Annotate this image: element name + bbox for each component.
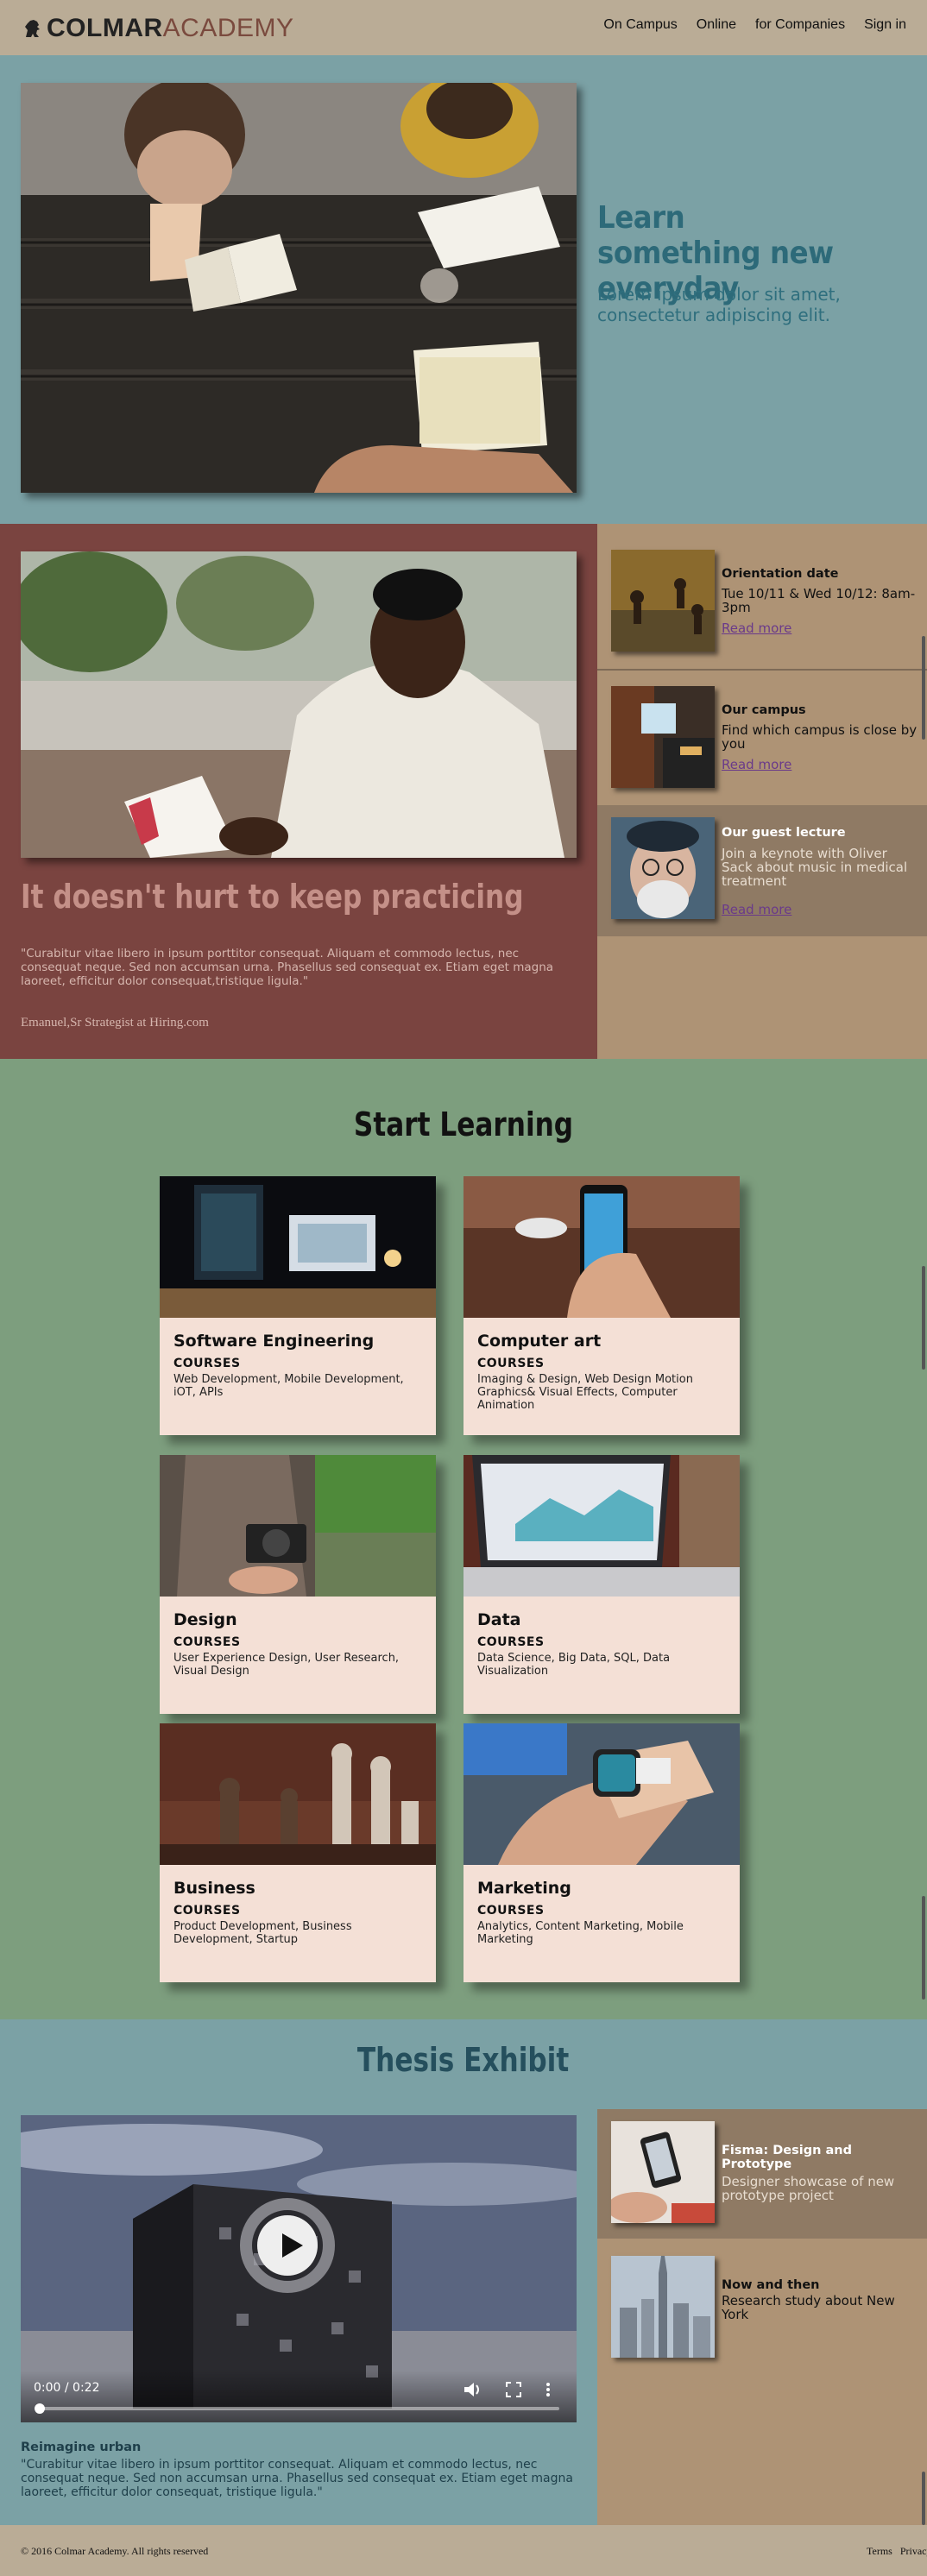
card-title: Marketing [477, 1879, 571, 1898]
hero-image-students-reading [21, 83, 577, 493]
thesis-item-fisma[interactable]: Fisma: Design and Prototype Designer sho… [597, 2109, 927, 2239]
course-card-business[interactable]: Business COURSES Product Development, Bu… [160, 1723, 436, 1982]
footer: © 2016 Colmar Academy. All rights reserv… [0, 2525, 927, 2576]
scrollbar-thumb[interactable] [922, 1266, 925, 1370]
card-title: Computer art [477, 1332, 602, 1351]
events-sidebar: Orientation date Tue 10/11 & Wed 10/12: … [597, 524, 927, 1059]
video-quote: "Curabitur vitae libero in ipsum porttit… [21, 2458, 573, 2499]
course-card-data[interactable]: Data COURSES Data Science, Big Data, SQL… [464, 1455, 740, 1714]
footer-link-terms[interactable]: Terms [867, 2545, 892, 2557]
practice-section: It doesn't hurt to keep practicing "Cura… [0, 524, 597, 1059]
card-description: Data Science, Big Data, SQL, Data Visual… [477, 1652, 671, 1678]
video-caption: Reimagine urban [21, 2441, 142, 2454]
practice-quote: "Curabitur vitae libero in ipsum porttit… [21, 947, 554, 988]
scrollbar-thumb[interactable] [922, 2472, 925, 2525]
event-text: Join a keynote with Oliver Sack about mu… [722, 846, 908, 889]
card-label: COURSES [477, 1357, 545, 1370]
lecturer-portrait-photo [611, 817, 715, 919]
event-text: Tue 10/11 & Wed 10/12: 8am-3pm [722, 586, 916, 615]
more-options-icon[interactable] [545, 2382, 551, 2397]
play-icon [282, 2233, 303, 2258]
nav-sign-in[interactable]: Sign in [864, 17, 906, 33]
card-image-smartwatch [464, 1723, 740, 1865]
scrollbar-thumb[interactable] [922, 1896, 925, 2000]
thesis-title: Thesis Exhibit [357, 2041, 570, 2079]
event-orientation[interactable]: Orientation date Tue 10/11 & Wed 10/12: … [597, 524, 927, 653]
event-guest-lecture[interactable]: Our guest lecture Join a keynote with Ol… [597, 805, 927, 936]
card-image-laptop-dashboard [464, 1455, 740, 1597]
card-image-phone-in-hand [464, 1176, 740, 1318]
practice-image-man-reading [21, 551, 577, 858]
main-nav: On Campus Online for Companies Sign in [603, 17, 906, 33]
nav-for-companies[interactable]: for Companies [755, 17, 845, 33]
card-image-camera [160, 1455, 436, 1597]
card-label: COURSES [477, 1635, 545, 1649]
practice-author: Emanuel,Sr Strategist at Hiring.com [21, 1016, 209, 1030]
course-card-marketing[interactable]: Marketing COURSES Analytics, Content Mar… [464, 1723, 740, 1982]
scrollbar-thumb[interactable] [922, 636, 925, 740]
learning-title: Start Learning [353, 1105, 574, 1143]
card-title: Business [173, 1879, 255, 1898]
card-label: COURSES [173, 1635, 241, 1649]
brand-name-colmar: COLMAR [47, 14, 163, 42]
video-time: 0:00 / 0:22 [34, 2381, 100, 2395]
learning-section: Start Learning Software Engineering COUR… [0, 1059, 927, 2019]
read-more-link[interactable]: Read more [722, 757, 791, 772]
thesis-sidebar: Fisma: Design and Prototype Designer sho… [597, 2109, 927, 2525]
footer-link-privacy[interactable]: Privacy [900, 2545, 927, 2557]
card-title: Software Engineering [173, 1332, 375, 1351]
card-image-computer-desk [160, 1176, 436, 1318]
volume-icon[interactable] [464, 2382, 482, 2397]
campus-interior-photo [611, 686, 715, 788]
card-title: Design [173, 1610, 237, 1629]
copyright-text: © 2016 Colmar Academy. All rights reserv… [21, 2545, 209, 2557]
event-campus[interactable]: Our campus Find which campus is close by… [597, 660, 927, 790]
thesis-item-text: Designer showcase of new prototype proje… [722, 2174, 895, 2203]
event-title: Orientation date [722, 567, 839, 581]
course-card-software-engineering[interactable]: Software Engineering COURSES Web Develop… [160, 1176, 436, 1435]
thesis-item-title: Now and then [722, 2278, 820, 2292]
prototype-phone-photo [611, 2121, 715, 2223]
thesis-item-title: Fisma: Design and Prototype [722, 2144, 852, 2171]
play-button[interactable] [240, 2198, 335, 2293]
video-progress-handle[interactable] [35, 2403, 45, 2414]
practice-title: It doesn't hurt to keep practicing [21, 878, 524, 916]
read-more-link[interactable]: Read more [722, 902, 791, 917]
top-bar: COLMAR ACADEMY On Campus Online for Comp… [0, 0, 927, 55]
read-more-link[interactable]: Read more [722, 620, 791, 636]
video-progress-bar[interactable] [38, 2407, 559, 2410]
course-card-computer-art[interactable]: Computer art COURSES Imaging & Design, W… [464, 1176, 740, 1435]
event-title: Our guest lecture [722, 826, 846, 840]
hero-subtitle: Lorem ipsum dolor sit amet, consectetur … [597, 284, 841, 325]
students-walking-photo [611, 550, 715, 652]
thesis-item-text: Research study about New York [722, 2293, 895, 2322]
card-description: Imaging & Design, Web Design Motion Grap… [477, 1373, 693, 1412]
thesis-item-now-and-then[interactable]: Now and then Research study about New Yo… [597, 2244, 927, 2373]
new-york-skyline-photo [611, 2256, 715, 2358]
hero-section: Learn something new everyday Lorem ipsum… [0, 55, 927, 524]
brand-name-academy: ACADEMY [162, 14, 294, 42]
card-label: COURSES [173, 1357, 241, 1370]
brand-logo[interactable]: COLMAR ACADEMY [22, 14, 294, 42]
card-title: Data [477, 1610, 521, 1629]
video-player[interactable]: 0:00 / 0:22 [21, 2115, 577, 2422]
card-description: Analytics, Content Marketing, Mobile Mar… [477, 1920, 684, 1946]
nav-on-campus[interactable]: On Campus [603, 17, 677, 33]
card-label: COURSES [173, 1904, 241, 1918]
course-card-design[interactable]: Design COURSES User Experience Design, U… [160, 1455, 436, 1714]
event-text: Find which campus is close by you [722, 722, 918, 752]
footer-links: Terms Privacy [867, 2545, 927, 2558]
card-label: COURSES [477, 1904, 545, 1918]
fullscreen-icon[interactable] [506, 2382, 521, 2397]
nav-online[interactable]: Online [697, 17, 736, 33]
card-description: Product Development, Business Developmen… [173, 1920, 352, 1946]
card-image-chess-pieces [160, 1723, 436, 1865]
event-title: Our campus [722, 703, 806, 717]
card-description: Web Development, Mobile Development, iOT… [173, 1373, 404, 1399]
card-description: User Experience Design, User Research, V… [173, 1652, 400, 1678]
video-controls: 0:00 / 0:22 [21, 2371, 577, 2422]
lion-crest-icon [25, 20, 40, 37]
